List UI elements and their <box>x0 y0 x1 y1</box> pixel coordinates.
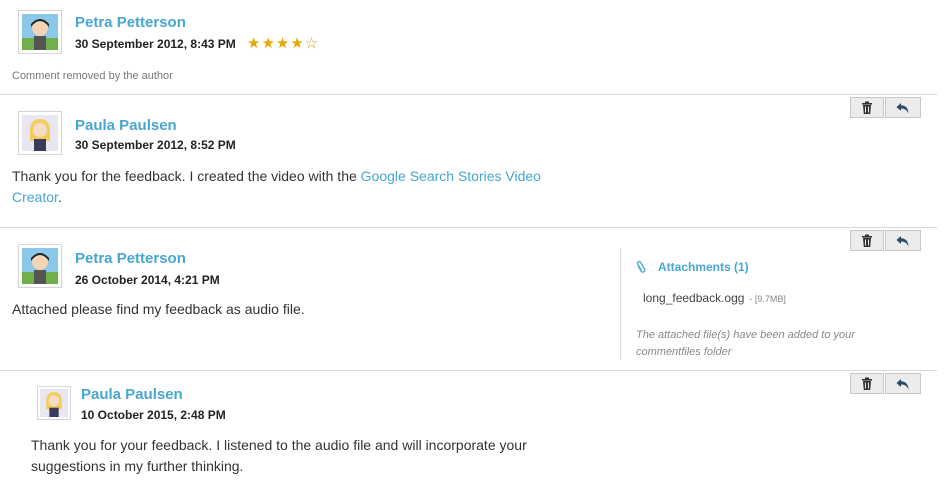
divider <box>0 370 937 371</box>
reply-button[interactable] <box>885 97 921 118</box>
comment-body: Attached please find my feedback as audi… <box>12 301 305 317</box>
empty-star-icon: ☆ <box>304 35 320 52</box>
delete-button[interactable] <box>850 97 884 118</box>
avatar-petra[interactable] <box>18 10 62 54</box>
author-name[interactable]: Petra Petterson <box>75 14 186 31</box>
comment-actions <box>850 97 921 118</box>
attachment-file[interactable]: long_feedback.ogg - [9.7MB] <box>643 291 786 305</box>
comment-text: Thank you for the feedback. I created th… <box>12 168 361 184</box>
reply-button[interactable] <box>885 373 921 394</box>
attachments-title[interactable]: Attachments (1) <box>658 260 749 274</box>
avatar-paula[interactable] <box>37 386 71 420</box>
filled-stars: ★★★★ <box>247 35 305 52</box>
author-name[interactable]: Petra Petterson <box>75 250 186 267</box>
trash-icon <box>862 377 872 390</box>
comment-body: Thank you for the feedback. I created th… <box>12 166 572 208</box>
avatar-paula-image <box>40 389 68 417</box>
paperclip-icon <box>636 260 646 273</box>
comment-date: 10 October 2015, 2:48 PM <box>81 408 226 422</box>
avatar-petra[interactable] <box>18 244 62 288</box>
comment-date: 30 September 2012, 8:52 PM <box>75 138 236 152</box>
rating-stars: ★★★★☆ <box>247 34 319 52</box>
comment-date: 26 October 2014, 4:21 PM <box>75 273 220 287</box>
attachment-note: The attached file(s) have been added to … <box>636 329 855 358</box>
divider <box>0 94 937 95</box>
removed-note: Comment removed by the author <box>12 70 173 82</box>
avatar-paula[interactable] <box>18 111 62 155</box>
reply-icon <box>896 378 909 389</box>
avatar-petra-image <box>22 248 58 284</box>
divider <box>0 227 937 228</box>
trash-icon <box>862 234 872 247</box>
comment-body: Thank you for your feedback. I listened … <box>31 437 527 474</box>
reply-icon <box>896 235 909 246</box>
comment-actions <box>850 373 921 394</box>
trash-icon <box>862 101 872 114</box>
reply-icon <box>896 102 909 113</box>
delete-button[interactable] <box>850 373 884 394</box>
author-name[interactable]: Paula Paulsen <box>81 386 183 403</box>
attachments-panel: Attachments (1) long_feedback.ogg - [9.7M… <box>620 248 921 360</box>
avatar-petra-image <box>22 14 58 50</box>
file-size: - [9.7MB] <box>749 294 786 304</box>
author-name[interactable]: Paula Paulsen <box>75 117 177 134</box>
avatar-paula-image <box>22 115 58 151</box>
file-name[interactable]: long_feedback.ogg <box>643 291 744 305</box>
comment-text-end: . <box>57 189 62 205</box>
comment-date: 30 September 2012, 8:43 PM <box>75 37 236 51</box>
